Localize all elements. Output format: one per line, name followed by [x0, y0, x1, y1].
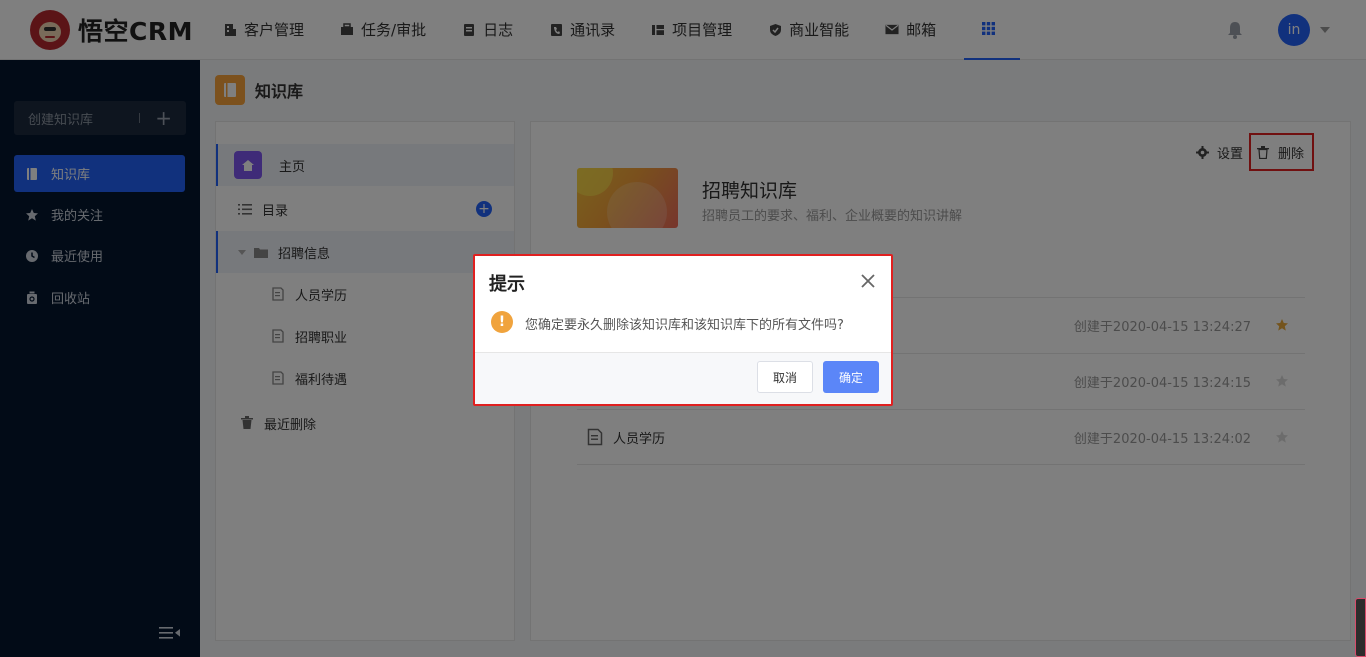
dialog-title: 提示 [489, 274, 525, 295]
dialog-footer: 取消 确定 [475, 352, 891, 404]
dialog-message: 您确定要永久删除该知识库和该知识库下的所有文件吗? [525, 318, 844, 333]
confirm-delete-dialog: 提示 ! 您确定要永久删除该知识库和该知识库下的所有文件吗? 取消 确定 [473, 254, 893, 406]
cancel-button[interactable]: 取消 [757, 361, 813, 393]
floating-widget[interactable] [1355, 598, 1366, 657]
warning-icon: ! [491, 311, 513, 333]
confirm-button[interactable]: 确定 [823, 361, 879, 393]
close-icon[interactable] [861, 274, 875, 288]
